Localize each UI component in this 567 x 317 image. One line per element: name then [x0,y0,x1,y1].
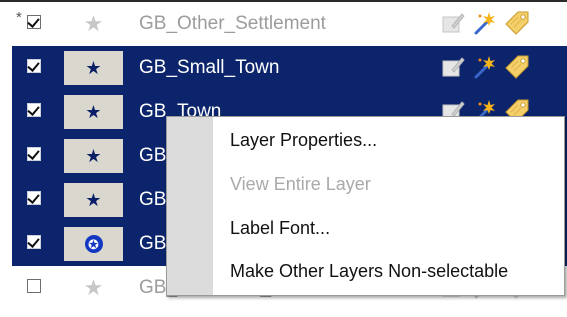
checkmark-icon [27,59,40,72]
modified-marker: * [16,9,22,26]
checkmark-icon [27,103,40,116]
layer-name[interactable]: GB [139,233,166,255]
context-menu: Layer Properties... View Entire Layer La… [166,116,565,296]
star-gray-icon: ★ [83,11,104,36]
visibility-checkbox[interactable] [27,235,41,249]
layer-symbol[interactable]: ★ [64,183,123,217]
checkmark-icon [27,191,40,204]
checkmark-icon [27,15,40,28]
layer-row-other-settlement[interactable]: * ★ GB_Other_Settlement [0,2,567,46]
layer-name[interactable]: GB [139,145,166,167]
layer-symbol[interactable]: ✪ [64,227,123,261]
menu-icon-gutter [167,117,213,295]
visibility-checkbox[interactable] [27,15,41,29]
checkmark-icon [27,147,40,160]
star-navy-icon: ★ [85,58,102,78]
menu-item-view-entire-layer[interactable]: View Entire Layer [230,174,371,200]
tag-icon[interactable] [504,10,530,36]
menu-item-label-font[interactable]: Label Font... [230,218,330,244]
visibility-checkbox[interactable] [27,279,41,293]
menu-item-make-other-layers-non-selectable[interactable]: Make Other Layers Non-selectable [230,261,508,287]
layer-symbol[interactable]: ★ [64,95,123,129]
visibility-checkbox[interactable] [27,191,41,205]
star-navy-icon: ★ [85,102,102,122]
visibility-checkbox[interactable] [27,147,41,161]
layer-symbol[interactable]: ★ [64,271,123,305]
edit-icon[interactable] [440,54,466,80]
star-gray-icon: ★ [83,275,104,300]
star-badge-icon: ✪ [84,235,103,253]
layer-symbol[interactable]: ★ [64,7,123,41]
wand-icon[interactable] [472,54,498,80]
row-actions [440,10,560,38]
layer-symbol[interactable]: ★ [64,51,123,85]
visibility-checkbox[interactable] [27,59,41,73]
checkmark-icon [27,235,40,248]
star-navy-icon: ★ [85,146,102,166]
menu-item-layer-properties[interactable]: Layer Properties... [230,130,377,156]
star-navy-icon: ★ [85,190,102,210]
row-actions [440,54,560,82]
edit-icon[interactable] [440,10,466,36]
tag-icon[interactable] [504,54,530,80]
layer-name[interactable]: GB_Small_Town [139,57,279,79]
layer-name[interactable]: GB [139,189,166,211]
layer-name[interactable]: GB_Other_Settlement [139,13,326,35]
layer-symbol[interactable]: ★ [64,139,123,173]
layer-row-small-town[interactable]: ★ GB_Small_Town [0,46,567,90]
wand-icon[interactable] [472,10,498,36]
visibility-checkbox[interactable] [27,103,41,117]
